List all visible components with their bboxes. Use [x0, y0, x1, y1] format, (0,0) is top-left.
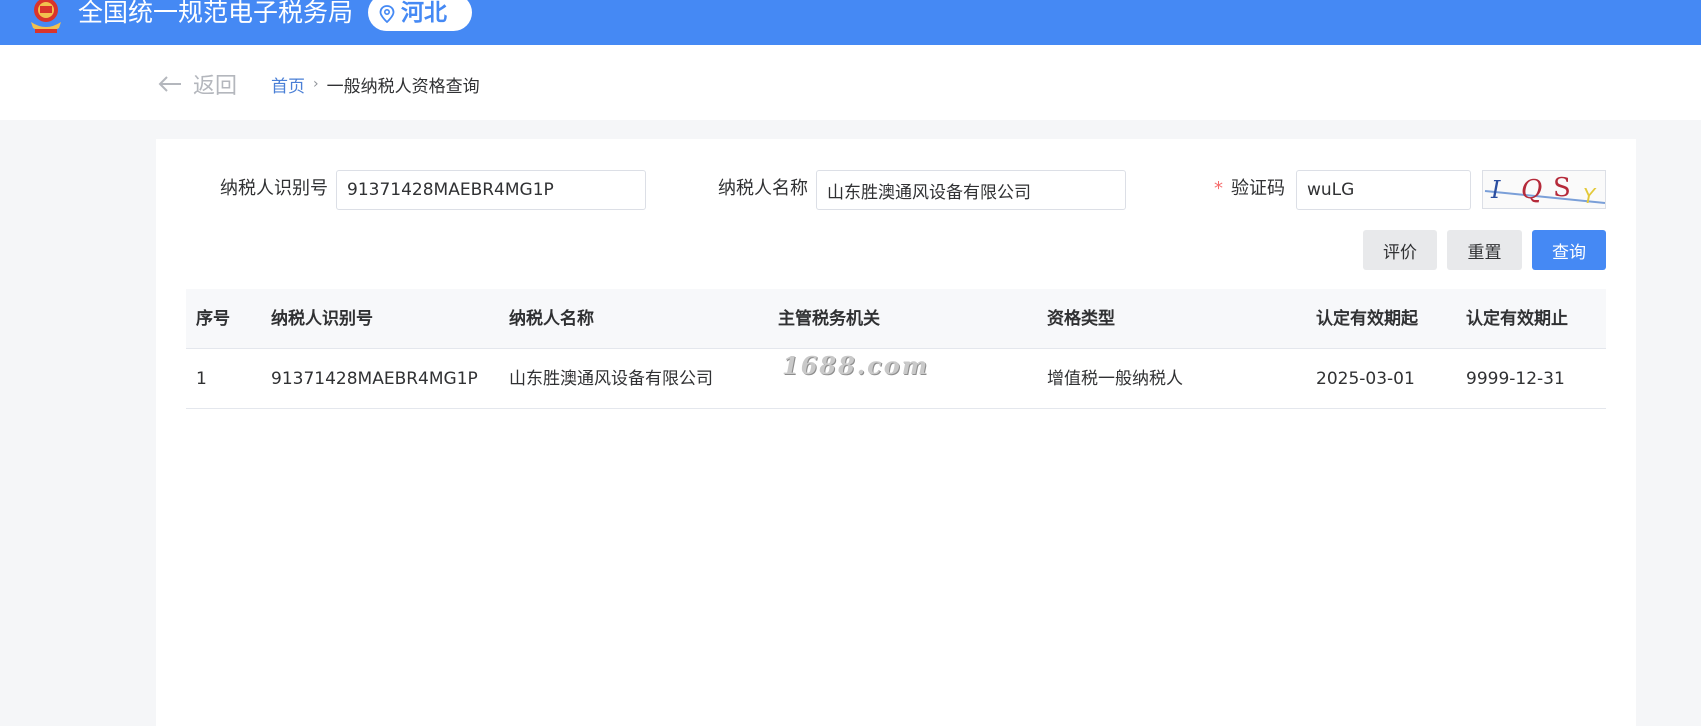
- region-label: 河北: [401, 0, 447, 26]
- tax-bureau-emblem-icon: [31, 0, 61, 33]
- col-header-index: 序号: [196, 309, 230, 329]
- cell-index: 1: [196, 369, 207, 389]
- taxpayer-name-label: 纳税人名称: [718, 178, 808, 199]
- query-panel: [156, 139, 1636, 726]
- col-header-tax-authority: 主管税务机关: [778, 309, 880, 329]
- back-label: 返回: [193, 74, 238, 99]
- captcha-char-2: Q: [1521, 175, 1542, 205]
- col-header-qualification-type: 资格类型: [1047, 309, 1115, 329]
- captcha-char-1: I: [1490, 176, 1501, 204]
- captcha-input[interactable]: [1296, 170, 1471, 210]
- cell-qualification-type: 增值税一般纳税人: [1047, 369, 1183, 389]
- col-header-valid-from: 认定有效期起: [1316, 309, 1418, 329]
- watermark-text: 1688.com: [782, 351, 930, 380]
- top-header-bar: 全国统一规范电子税务局 河北: [0, 0, 1701, 45]
- back-button[interactable]: 返回: [157, 69, 237, 99]
- breadcrumb: 首页 › 一般纳税人资格查询: [271, 72, 480, 97]
- app-title: 全国统一规范电子税务局: [78, 0, 354, 27]
- col-header-taxpayer-name: 纳税人名称: [509, 309, 594, 329]
- cell-valid-to: 9999-12-31: [1466, 369, 1565, 389]
- query-button[interactable]: 查询: [1532, 230, 1606, 270]
- taxpayer-id-input[interactable]: [336, 170, 646, 210]
- breadcrumb-separator: ›: [313, 76, 319, 92]
- evaluate-button[interactable]: 评价: [1363, 230, 1437, 270]
- arrow-left-icon: [158, 76, 181, 92]
- table-header-row: 序号 纳税人识别号 纳税人名称 主管税务机关 资格类型 认定有效期起 认定有效期…: [186, 289, 1606, 349]
- taxpayer-name-input[interactable]: [816, 170, 1126, 210]
- captcha-glyphs: I Q S Y: [1484, 173, 1605, 208]
- col-header-taxpayer-id: 纳税人识别号: [271, 309, 373, 329]
- region-selector[interactable]: 河北: [368, 0, 472, 31]
- required-asterisk: *: [1214, 178, 1223, 199]
- cell-taxpayer-id: 91371428MAEBR4MG1P: [271, 369, 478, 389]
- breadcrumb-home-link[interactable]: 首页: [271, 72, 305, 97]
- captcha-label-group: * 验证码: [1214, 169, 1285, 209]
- results-table: 序号 纳税人识别号 纳税人名称 主管税务机关 资格类型 认定有效期起 认定有效期…: [186, 289, 1606, 409]
- taxpayer-id-label: 纳税人识别号: [220, 178, 328, 199]
- captcha-label: 验证码: [1231, 178, 1285, 199]
- location-pin-icon: [379, 4, 395, 23]
- breadcrumb-bar: 返回 首页 › 一般纳税人资格查询: [0, 45, 1701, 120]
- captcha-image[interactable]: I Q S Y: [1482, 170, 1606, 209]
- cell-valid-from: 2025-03-01: [1316, 369, 1415, 389]
- breadcrumb-current: 一般纳税人资格查询: [326, 76, 480, 97]
- captcha-char-3: S: [1553, 173, 1571, 203]
- cell-taxpayer-name: 山东胜澳通风设备有限公司: [509, 369, 713, 389]
- captcha-char-4: Y: [1583, 184, 1597, 208]
- col-header-valid-to: 认定有效期止: [1466, 309, 1568, 329]
- reset-button[interactable]: 重置: [1447, 230, 1522, 270]
